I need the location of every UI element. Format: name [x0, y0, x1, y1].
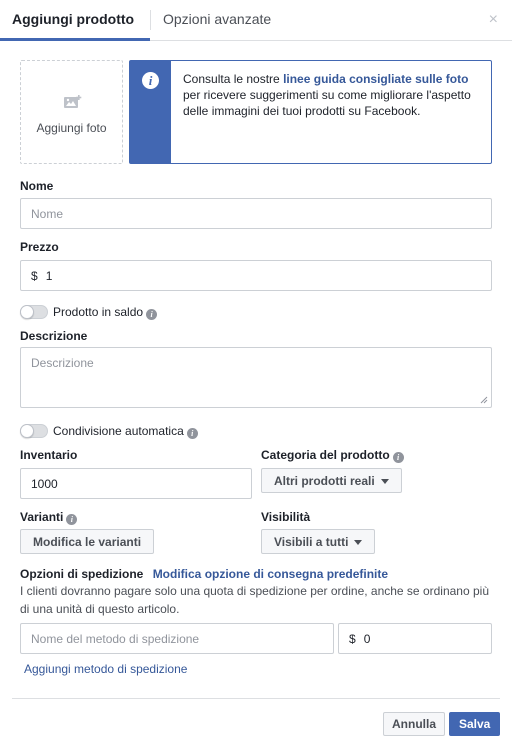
auto-share-toggle[interactable] — [20, 424, 48, 438]
sale-toggle[interactable] — [20, 305, 48, 319]
visibility-dropdown[interactable]: Visibili a tutti — [261, 529, 376, 554]
add-shipping-method-link[interactable]: Aggiungi metodo di spedizione — [24, 662, 187, 676]
description-label: Descrizione — [20, 329, 88, 343]
variants-label-row: Varianti i — [20, 510, 78, 525]
category-label: Categoria del prodotto — [261, 448, 390, 462]
save-button[interactable]: Salva — [449, 712, 501, 736]
category-label-row: Categoria del prodotto i — [261, 448, 404, 463]
photo-guidelines-link[interactable]: linee guida consigliate sulle foto — [283, 72, 468, 86]
info-text-after: per ricevere suggerimenti su come miglio… — [183, 88, 471, 118]
info-strip: i — [130, 61, 171, 163]
auto-share-help-icon[interactable]: i — [186, 428, 198, 439]
edit-variants-button[interactable]: Modifica le varianti — [20, 529, 155, 554]
variants-help-icon[interactable]: i — [66, 514, 78, 525]
price-label: Prezzo — [20, 240, 59, 254]
price-field[interactable]: $ 1 — [20, 260, 492, 291]
shipping-help-text: I clienti dovranno pagare solo una quota… — [20, 584, 489, 616]
shipping-header: Opzioni di spedizione Modifica opzione d… — [20, 567, 388, 581]
cancel-button[interactable]: Annulla — [383, 712, 445, 736]
info-text: Consulta le nostre linee guida consiglia… — [183, 71, 483, 119]
add-photo-icon — [64, 95, 82, 108]
price-value: 1 — [45, 268, 53, 283]
name-field[interactable]: Nome — [20, 198, 492, 229]
add-photo-button[interactable]: Aggiungi foto — [20, 60, 123, 164]
edit-variants-label: Modifica le varianti — [33, 534, 142, 549]
tab-bar: Aggiungi prodotto Opzioni avanzate × — [0, 0, 512, 41]
category-dropdown[interactable]: Altri prodotti reali — [261, 468, 402, 493]
shipping-method-name-field[interactable]: Nome del metodo di spedizione — [20, 623, 334, 654]
sale-toggle-label: Prodotto in saldo — [53, 305, 144, 319]
footer-divider — [12, 698, 500, 699]
add-photo-label: Aggiungi foto — [36, 121, 107, 135]
shipping-cost-value: 0 — [363, 631, 371, 646]
auto-share-toggle-row: Condivisione automatica i — [53, 424, 198, 439]
shipping-cost-currency: $ — [349, 631, 356, 646]
close-icon[interactable]: × — [489, 12, 498, 28]
inventory-value: 1000 — [31, 476, 58, 491]
info-text-before: Consulta le nostre — [183, 72, 284, 86]
inventory-field[interactable]: 1000 — [20, 468, 252, 499]
category-selected: Altri prodotti reali — [274, 473, 375, 488]
description-placeholder: Descrizione — [31, 356, 94, 370]
name-placeholder: Nome — [31, 206, 64, 221]
sale-help-icon[interactable]: i — [146, 309, 158, 320]
cancel-label: Annulla — [392, 717, 436, 731]
sale-toggle-row: Prodotto in saldo i — [53, 305, 158, 320]
resize-handle-icon[interactable] — [480, 396, 488, 404]
auto-share-toggle-label: Condivisione automatica — [53, 424, 184, 438]
chevron-down-icon — [354, 539, 363, 545]
shipping-method-placeholder: Nome del metodo di spedizione — [31, 631, 200, 646]
name-label: Nome — [20, 179, 54, 193]
price-currency: $ — [31, 268, 38, 283]
description-textarea[interactable]: Descrizione — [20, 347, 492, 408]
visibility-selected: Visibili a tutti — [274, 534, 349, 549]
sale-toggle-knob — [20, 305, 34, 319]
variants-label: Varianti — [20, 510, 64, 524]
tab-divider — [150, 10, 151, 30]
tab-add-product[interactable]: Aggiungi prodotto — [0, 0, 150, 41]
photo-guidelines-notice: i Consulta le nostre linee guida consigl… — [129, 60, 492, 164]
category-help-icon[interactable]: i — [392, 452, 404, 463]
shipping-label: Opzioni di spedizione — [20, 567, 144, 581]
edit-shipping-default-link[interactable]: Modifica opzione di consegna predefinite — [153, 567, 388, 581]
inventory-label: Inventario — [20, 448, 78, 462]
tab-advanced-options[interactable]: Opzioni avanzate — [163, 0, 271, 41]
shipping-cost-field[interactable]: $ 0 — [338, 623, 492, 654]
visibility-label: Visibilità — [261, 510, 311, 524]
save-label: Salva — [459, 717, 491, 731]
chevron-down-icon — [380, 478, 389, 484]
auto-share-toggle-knob — [20, 424, 34, 438]
info-icon: i — [142, 72, 159, 89]
